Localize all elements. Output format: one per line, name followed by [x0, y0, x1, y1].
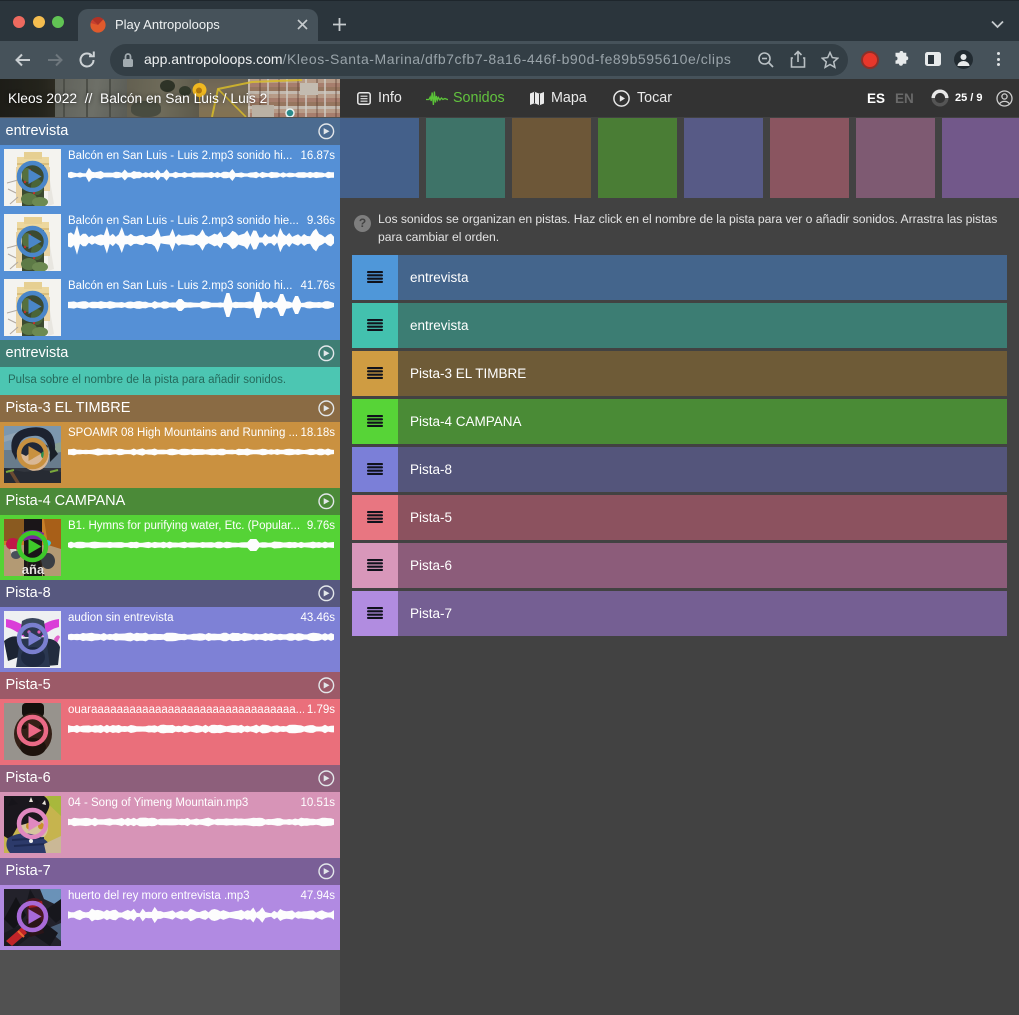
svg-text:aña: aña	[22, 562, 45, 576]
